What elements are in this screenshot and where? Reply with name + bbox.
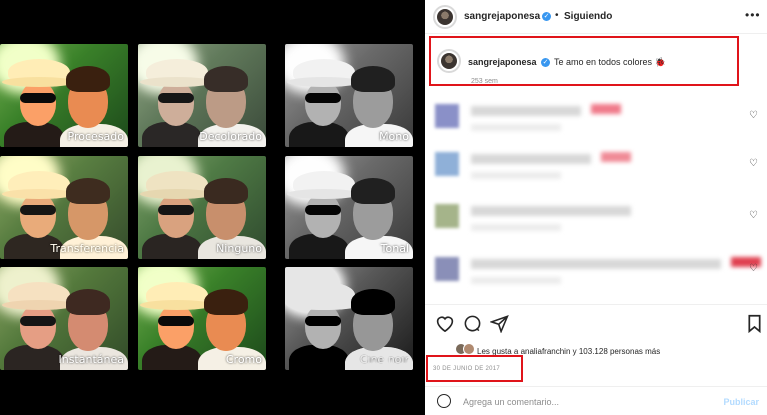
comment-like-icon[interactable]: ♡ [749, 110, 758, 121]
comment-avatar[interactable] [435, 204, 459, 228]
comment-avatar[interactable] [435, 152, 459, 176]
filter-tile[interactable]: Tonal [285, 156, 413, 259]
filter-tile[interactable]: Decolorado [138, 44, 266, 147]
comment-text-blur [591, 104, 621, 114]
filter-tile[interactable]: Mono [285, 44, 413, 147]
filter-label: Mono [379, 130, 409, 143]
caption-verified-icon: ✓ [541, 58, 550, 67]
filter-tile[interactable]: Procesado [0, 44, 128, 147]
post-header: sangrejaponesa ✓ • Siguiendo ••• [425, 0, 767, 34]
comment-row: ♡ [435, 148, 760, 188]
comment-icon[interactable] [463, 314, 482, 333]
filter-label: Cine noir [359, 353, 409, 366]
separator-dot: • [555, 10, 559, 21]
comment-meta-blur [471, 124, 561, 131]
post-date: 30 DE JUNIO DE 2017 [433, 366, 501, 372]
filter-label: Instantánea [58, 353, 124, 366]
filter-label: Decolorado [199, 130, 262, 143]
filter-tile[interactable]: Instantánea [0, 267, 128, 370]
filter-label: Tonal [380, 242, 409, 255]
following-button[interactable]: Siguiendo [564, 11, 612, 22]
filter-grid: Procesado Decolorado Mono Transferencia Ning… [0, 0, 425, 415]
avatar[interactable] [433, 5, 457, 29]
comment-avatar[interactable] [435, 104, 459, 128]
share-icon[interactable] [490, 314, 509, 333]
bookmark-icon[interactable] [747, 314, 762, 333]
filter-label: Transferencia [50, 242, 124, 255]
add-comment-bar: Agrega un comentario... Publicar [425, 386, 767, 415]
filter-label: Procesado [67, 130, 124, 143]
comment-input[interactable]: Agrega un comentario... [463, 397, 559, 407]
caption-username[interactable]: sangrejaponesa [468, 57, 537, 67]
caption-avatar[interactable] [437, 49, 461, 73]
comment-text-blur [471, 106, 581, 116]
emoji-icon[interactable] [437, 394, 451, 408]
comment-meta-blur [471, 224, 561, 231]
comment-row: ♡ [435, 200, 760, 240]
filter-label: Cromo [225, 353, 262, 366]
comment-avatar[interactable] [435, 257, 459, 281]
comment-row: ♡ [435, 253, 761, 293]
comment-like-icon[interactable]: ♡ [749, 263, 758, 274]
screenshot-root: Procesado Decolorado Mono Transferencia Ning… [0, 0, 767, 415]
filter-label: Ninguno [216, 242, 262, 255]
comment-meta-blur [471, 172, 561, 179]
post-panel: sangrejaponesa ✓ • Siguiendo ••• sangrej… [425, 0, 767, 415]
more-icon[interactable]: ••• [745, 8, 761, 22]
comment-meta-blur [471, 277, 561, 284]
heart-icon[interactable] [435, 314, 455, 332]
comment-row: ♡ [435, 100, 760, 140]
filter-tile[interactable]: Ninguno [138, 156, 266, 259]
comment-text-blur [601, 152, 631, 162]
filter-tile[interactable]: Cine noir [285, 267, 413, 370]
comment-text-blur [471, 154, 591, 164]
comment-like-icon[interactable]: ♡ [749, 158, 758, 169]
publish-button[interactable]: Publicar [723, 397, 759, 407]
caption-text: Te amo en todos colores 🐞 [554, 57, 666, 67]
comment-text-blur [471, 259, 721, 269]
comment-text-blur [471, 206, 631, 216]
filter-tile[interactable]: Cromo [138, 267, 266, 370]
verified-icon: ✓ [542, 12, 551, 21]
filter-tile[interactable]: Transferencia [0, 156, 128, 259]
header-username[interactable]: sangrejaponesa [464, 11, 540, 22]
comment-like-icon[interactable]: ♡ [749, 210, 758, 221]
caption-time: 253 sem [471, 78, 498, 85]
